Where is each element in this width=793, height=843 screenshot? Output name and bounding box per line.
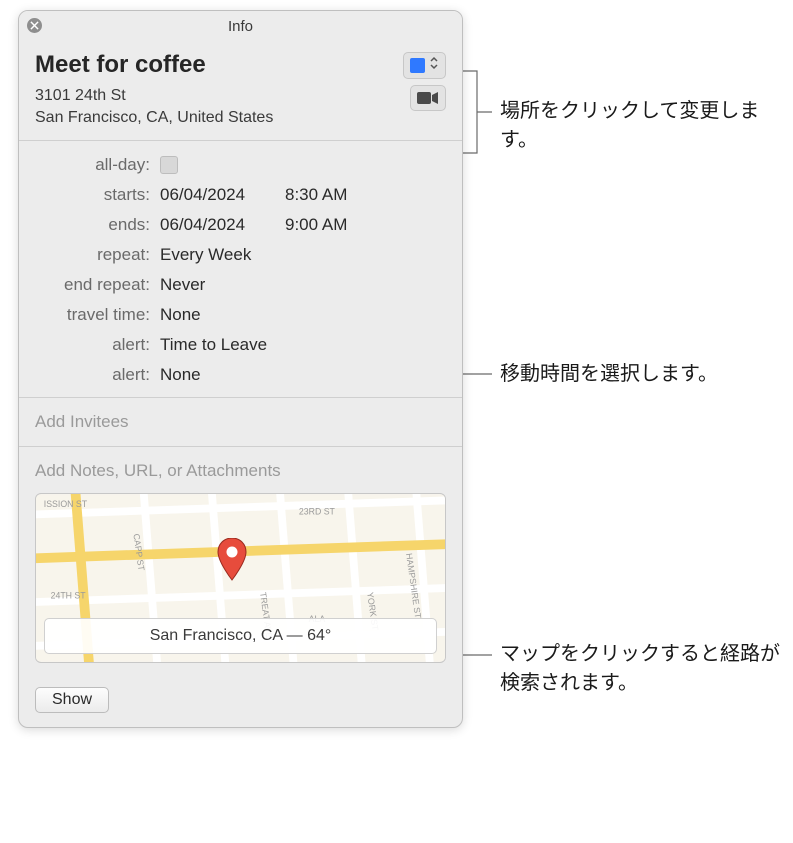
annotation-travel-time: 移動時間を選択します。 xyxy=(500,360,718,389)
svg-text:23RD ST: 23RD ST xyxy=(299,507,336,517)
travel-time-label: travel time: xyxy=(35,305,160,325)
location-line2: San Francisco, CA, United States xyxy=(35,107,273,129)
map-thumbnail[interactable]: ISSION ST 23RD ST 24TH ST CAPP ST TREAT … xyxy=(35,493,446,663)
add-notes[interactable]: Add Notes, URL, or Attachments xyxy=(35,461,446,481)
repeat-label: repeat: xyxy=(35,245,160,265)
end-time[interactable]: 9:00 AM xyxy=(285,215,347,235)
svg-text:24TH ST: 24TH ST xyxy=(51,591,87,601)
ends-label: ends: xyxy=(35,215,160,235)
calendar-picker[interactable] xyxy=(403,52,446,79)
video-call-button[interactable] xyxy=(410,85,446,111)
all-day-label: all-day: xyxy=(35,155,160,175)
annotation-location: 場所をクリックして変更します。 xyxy=(500,97,793,155)
map-pin-icon xyxy=(217,538,247,587)
annotation-map: マップをクリックすると経路が検索されます。 xyxy=(500,640,793,698)
footer: Show xyxy=(19,677,462,727)
notes-section: Add Notes, URL, or Attachments xyxy=(19,447,462,677)
event-title[interactable]: Meet for coffee xyxy=(35,51,206,79)
event-info-popover: Info Meet for coffee 3101 24th St San Fr… xyxy=(18,10,463,728)
start-date[interactable]: 06/04/2024 xyxy=(160,185,285,205)
window-title: Info xyxy=(228,18,253,35)
calendar-color-swatch xyxy=(410,58,425,73)
alert2-value[interactable]: None xyxy=(160,365,201,385)
end-date[interactable]: 06/04/2024 xyxy=(160,215,285,235)
travel-time-value[interactable]: None xyxy=(160,305,201,325)
all-day-checkbox[interactable] xyxy=(160,156,178,174)
repeat-value[interactable]: Every Week xyxy=(160,245,251,265)
add-invitees[interactable]: Add Invitees xyxy=(19,398,462,447)
alert1-value[interactable]: Time to Leave xyxy=(160,335,267,355)
svg-text:ISSION ST: ISSION ST xyxy=(44,499,88,509)
start-time[interactable]: 8:30 AM xyxy=(285,185,347,205)
starts-label: starts: xyxy=(35,185,160,205)
event-location[interactable]: 3101 24th St San Francisco, CA, United S… xyxy=(35,85,273,128)
end-repeat-label: end repeat: xyxy=(35,275,160,295)
chevron-updown-icon xyxy=(429,56,439,75)
end-repeat-value[interactable]: Never xyxy=(160,275,205,295)
video-icon xyxy=(417,91,439,105)
map-caption: San Francisco, CA — 64° xyxy=(44,618,437,654)
alert1-label: alert: xyxy=(35,335,160,355)
event-details: all-day: starts: 06/04/2024 8:30 AM ends… xyxy=(19,141,462,398)
alert2-label: alert: xyxy=(35,365,160,385)
show-button[interactable]: Show xyxy=(35,687,109,713)
titlebar: Info xyxy=(19,11,462,41)
close-button[interactable] xyxy=(27,18,42,33)
event-header: Meet for coffee 3101 24th St San Francis… xyxy=(19,41,462,141)
location-line1: 3101 24th St xyxy=(35,85,273,107)
close-icon xyxy=(30,21,39,30)
